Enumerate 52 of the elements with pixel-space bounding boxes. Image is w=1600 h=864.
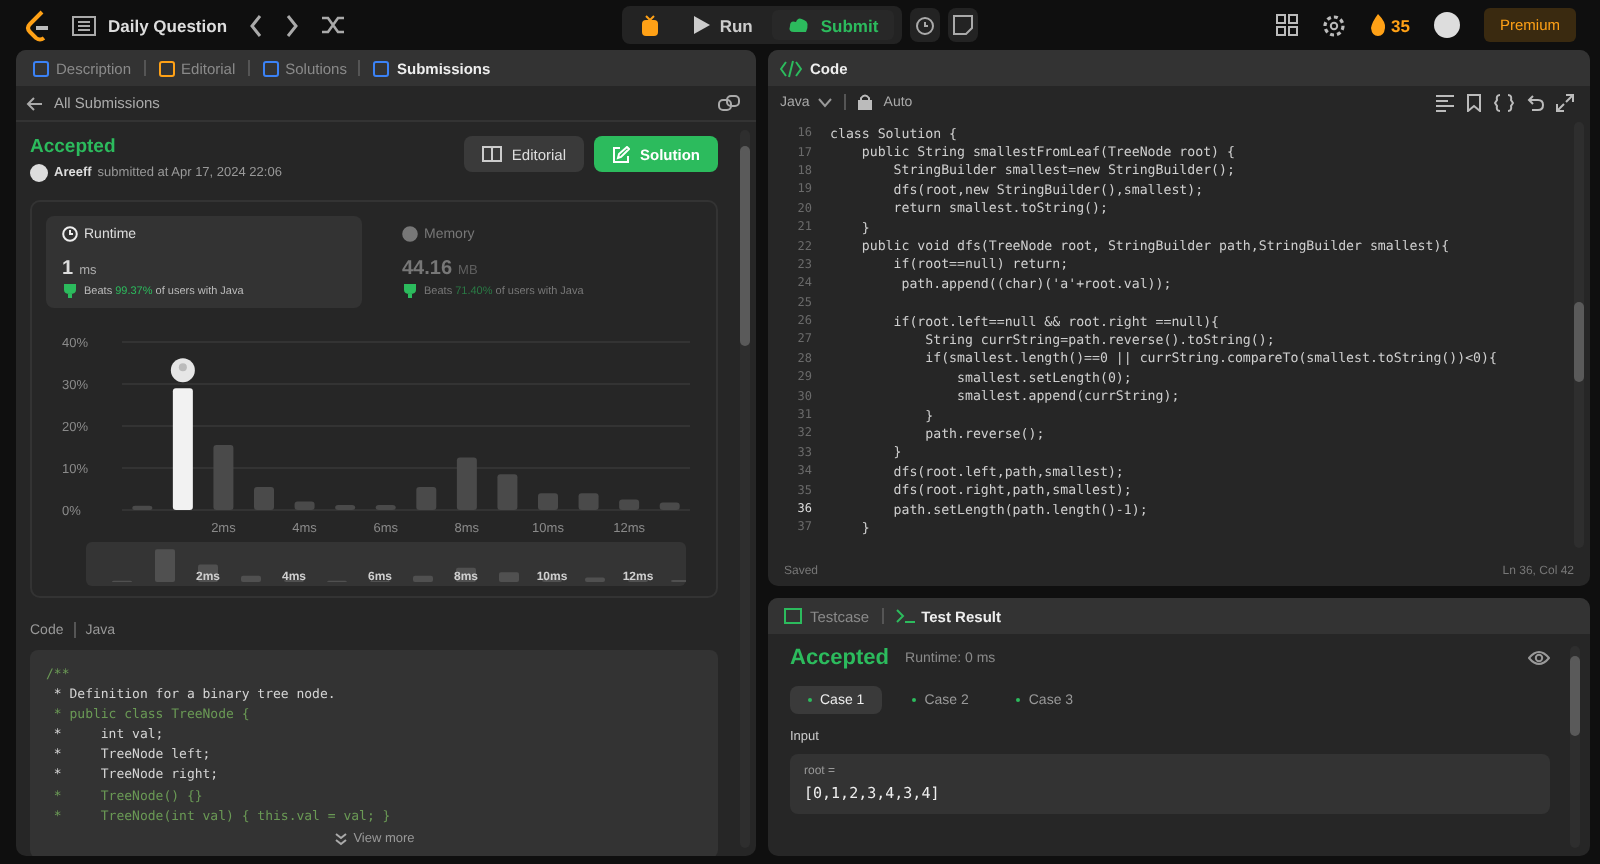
trophy-icon [62,284,78,298]
histogram-bar[interactable] [172,388,193,510]
tab-icon [32,59,50,77]
format-icon[interactable] [1436,93,1454,111]
alarm-button[interactable] [910,8,941,42]
grid-icon[interactable] [1275,14,1298,36]
user-avatar [30,164,48,182]
code-icon [780,59,802,77]
submission-status: Accepted [30,136,118,158]
lock-icon [857,94,872,110]
user-avatar-marker [170,358,195,383]
scrollbar[interactable] [1574,122,1584,548]
double-chevron-icon [333,831,348,846]
scrollbar[interactable] [1570,646,1580,848]
clock-icon [914,14,937,36]
chevron-left-icon[interactable] [247,13,264,37]
flame-icon [1369,14,1386,36]
braces-icon[interactable] [1494,93,1514,111]
result-status: Accepted [790,646,890,670]
trophy-icon [402,284,418,298]
link-icon[interactable] [718,94,740,112]
tab-icon [261,59,280,77]
submit-button[interactable]: Submit [772,10,895,40]
settings-icon[interactable] [1321,13,1346,37]
avatar[interactable] [1433,12,1460,38]
terminal-icon [895,608,916,624]
note-button[interactable] [948,8,979,42]
back-arrow-icon [26,95,44,111]
eye-icon[interactable] [1528,650,1550,666]
problem-list-title[interactable]: Daily Question [108,15,228,35]
play-icon [693,16,710,34]
metric-value: 44.16 [402,258,453,280]
clock-icon [62,226,78,242]
edit-icon [612,145,630,163]
shuffle-icon[interactable] [319,14,346,36]
cloud-icon [788,16,811,34]
note-icon [952,14,975,36]
checkbox-icon [784,608,804,624]
run-button[interactable]: Run [677,10,769,40]
tab-icon [372,59,391,77]
metric-value: 1 [62,258,74,280]
tab-icon [157,59,176,77]
streak-count[interactable]: 35 [1391,15,1410,35]
logo-icon[interactable] [24,9,52,41]
expand-icon[interactable] [1556,93,1574,111]
chevron-right-icon[interactable] [283,13,300,37]
undo-icon[interactable] [1526,93,1544,111]
scrollbar[interactable] [740,130,750,848]
bookmark-icon[interactable] [1466,93,1482,111]
chevron-down-icon [817,97,832,107]
book-icon [481,146,502,162]
list-icon[interactable] [72,15,96,35]
